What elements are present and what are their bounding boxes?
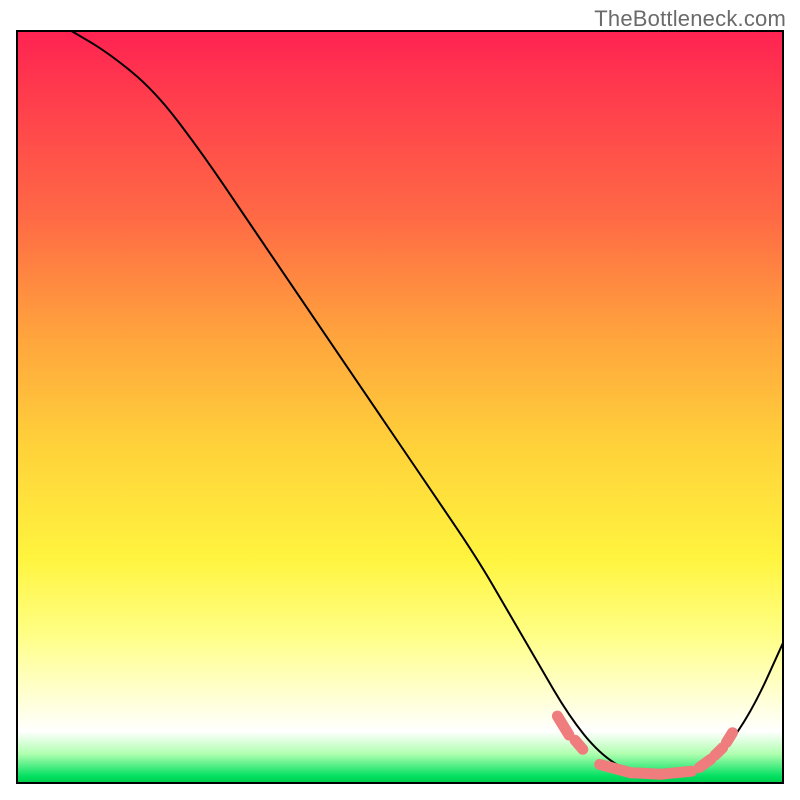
optimal-marker-segment [700, 759, 712, 767]
optimal-marker-segment [575, 740, 583, 749]
optimal-marker-segment [715, 748, 723, 756]
bottleneck-chart: TheBottleneck.com [0, 0, 800, 800]
plot-frame [16, 30, 784, 784]
optimal-marker-segment [557, 716, 569, 735]
bottleneck-curve-line [70, 30, 784, 776]
optimal-marker-segment [661, 771, 692, 774]
attribution-label: TheBottleneck.com [594, 6, 786, 32]
optimal-marker-segment [726, 733, 732, 743]
optimal-range-markers [557, 716, 732, 774]
plot-svg [16, 30, 784, 784]
